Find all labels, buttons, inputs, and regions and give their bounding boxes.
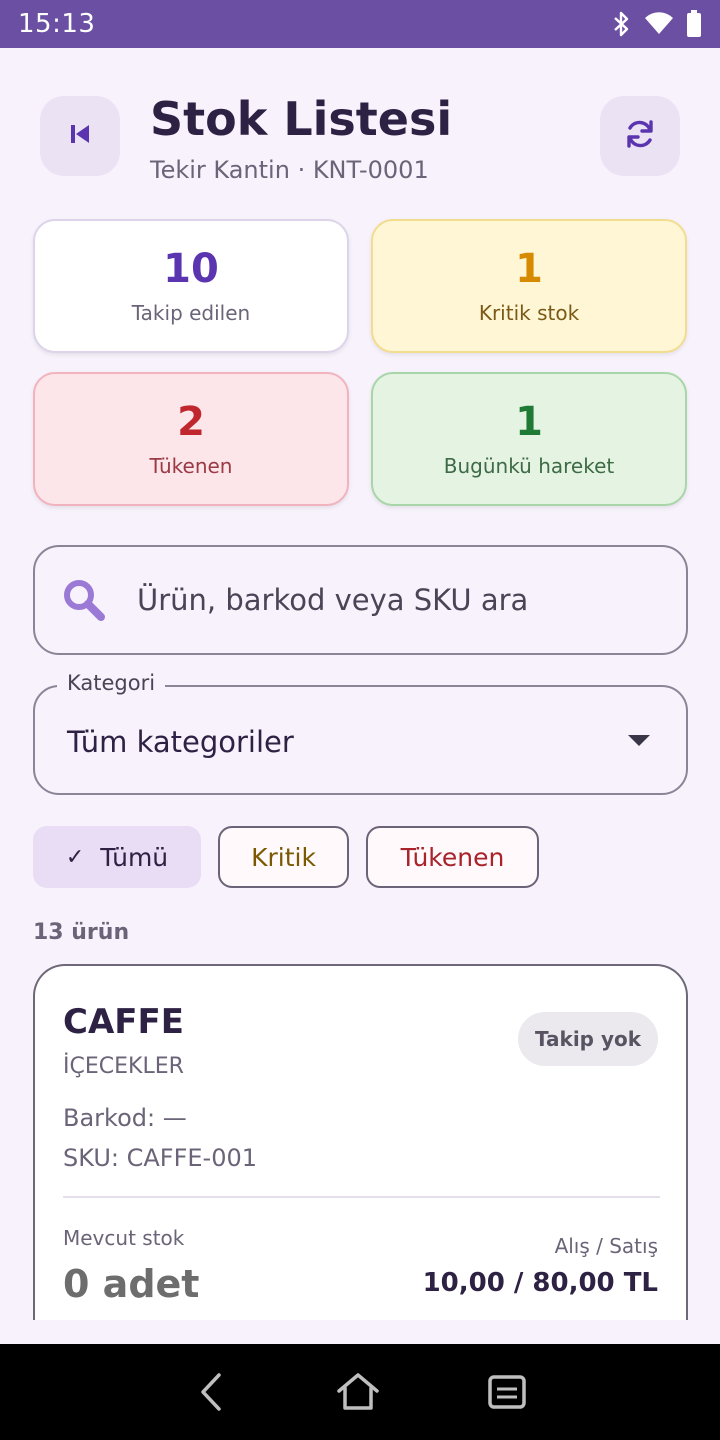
product-card[interactable]: CAFFE İÇECEKLER Takip yok Barkod: — SKU:… <box>33 964 688 1344</box>
product-barcode: Barkod: — <box>63 1104 187 1132</box>
back-button[interactable] <box>40 96 120 176</box>
stat-tracked-value: 10 <box>163 246 219 292</box>
search-input[interactable] <box>137 583 637 617</box>
status-bar: 15:13 <box>0 0 720 48</box>
category-select-label: Kategori <box>57 671 166 695</box>
search-icon <box>57 573 111 627</box>
stat-out-of-stock[interactable]: 2 Tükenen <box>33 372 349 506</box>
product-sku: SKU: CAFFE-001 <box>63 1144 258 1172</box>
stat-moves-value: 1 <box>515 399 543 445</box>
product-category: İÇECEKLER <box>63 1054 184 1079</box>
search-box[interactable] <box>33 545 688 655</box>
stat-tracked[interactable]: 10 Takip edilen <box>33 219 349 353</box>
product-name: CAFFE <box>63 1002 184 1042</box>
stat-critical-label: Kritik stok <box>478 301 580 325</box>
battery-icon <box>686 10 702 38</box>
price-value: 10,00 / 80,00 TL <box>422 1268 658 1298</box>
category-select[interactable]: Kategori Tüm kategoriler <box>33 671 688 795</box>
wifi-icon <box>644 12 674 36</box>
filter-chip-critical-label: Kritik <box>251 842 316 872</box>
filter-chip-all[interactable]: ✓ Tümü <box>33 826 201 888</box>
result-count: 13 ürün <box>33 920 130 945</box>
stat-today-moves[interactable]: 1 Bugünkü hareket <box>371 372 687 506</box>
header: Stok Listesi Tekir Kantin · KNT-0001 <box>40 92 680 192</box>
stat-moves-label: Bugünkü hareket <box>443 454 615 478</box>
nav-recents-button[interactable] <box>487 1374 527 1410</box>
stock-value: 0 adet <box>63 1262 200 1306</box>
page-subtitle: Tekir Kantin · KNT-0001 <box>150 156 429 184</box>
skip-back-icon <box>68 122 92 150</box>
price-label: Alış / Satış <box>554 1234 658 1258</box>
system-nav-bar <box>0 1344 720 1440</box>
list-bottom-edge <box>0 1320 720 1344</box>
stat-critical[interactable]: 1 Kritik stok <box>371 219 687 353</box>
nav-back-button[interactable] <box>193 1372 229 1412</box>
category-select-value: Tüm kategoriler <box>67 725 294 759</box>
filter-chip-all-label: Tümü <box>100 842 169 872</box>
status-time: 15:13 <box>18 9 96 39</box>
refresh-button[interactable] <box>600 96 680 176</box>
status-icons <box>612 10 702 38</box>
stat-critical-value: 1 <box>515 246 543 292</box>
stat-out-label: Tükenen <box>149 454 233 478</box>
tracking-badge: Takip yok <box>518 1012 658 1066</box>
nav-home-button[interactable] <box>334 1372 382 1412</box>
page-title: Stok Listesi <box>150 92 453 146</box>
dropdown-arrow-icon <box>628 735 650 746</box>
stat-out-value: 2 <box>177 399 205 445</box>
filter-chip-out-label: Tükenen <box>400 842 505 872</box>
stat-tracked-label: Takip edilen <box>131 301 251 325</box>
stock-label: Mevcut stok <box>63 1226 185 1250</box>
filter-chip-out-of-stock[interactable]: Tükenen <box>366 826 539 888</box>
card-divider <box>63 1196 660 1198</box>
refresh-icon <box>623 117 657 155</box>
filter-chip-critical[interactable]: Kritik <box>218 826 349 888</box>
check-icon: ✓ <box>65 844 85 870</box>
bluetooth-icon <box>612 11 632 37</box>
